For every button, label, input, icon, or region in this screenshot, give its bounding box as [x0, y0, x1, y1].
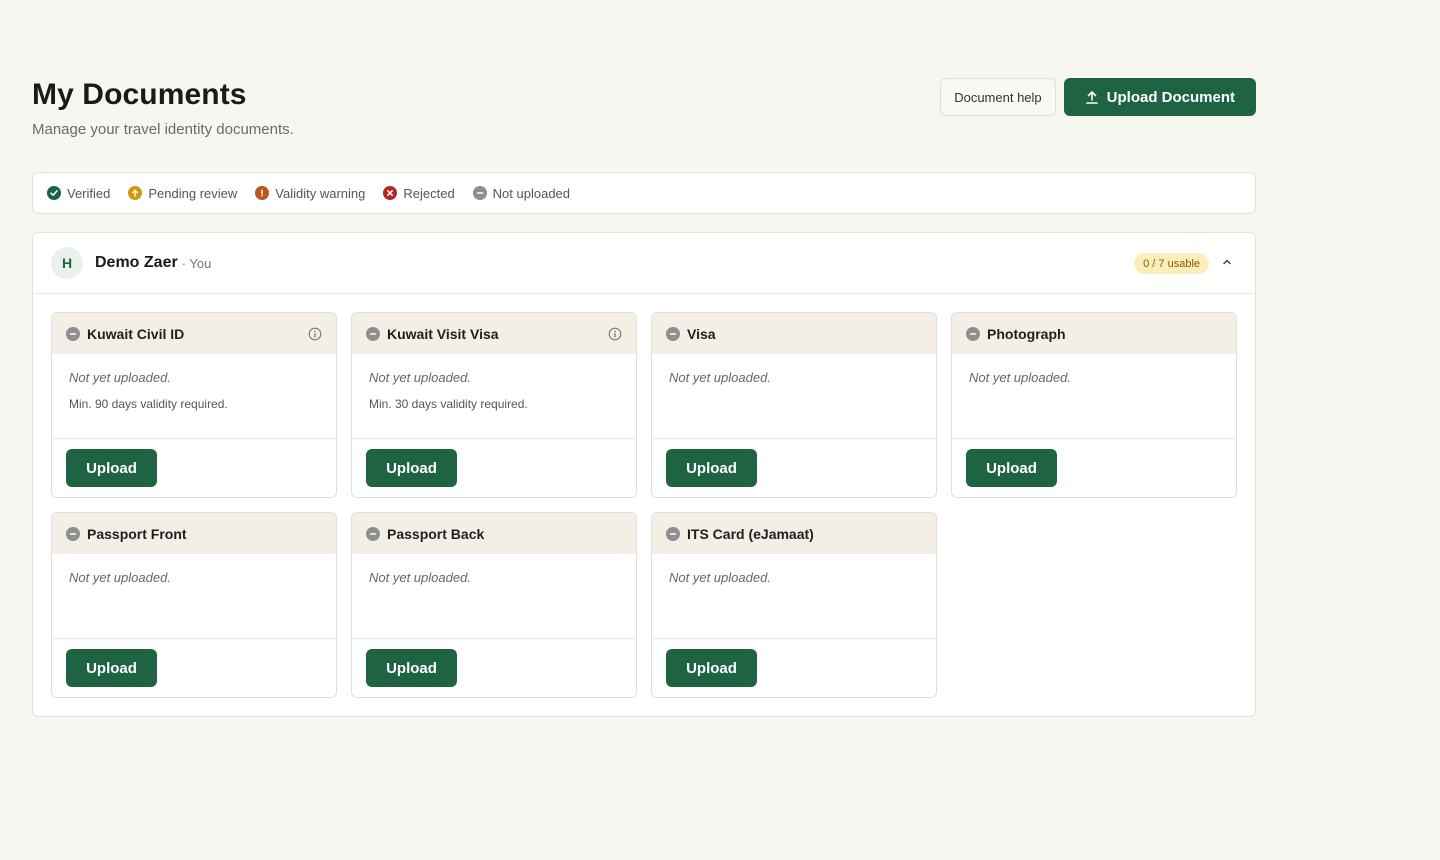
legend-item-verified: Verified: [47, 186, 110, 201]
card-body: Not yet uploaded.: [652, 354, 936, 439]
minus-icon: [66, 526, 80, 541]
upload-button-passport-back[interactable]: Upload: [366, 649, 457, 687]
card-title: Visa: [687, 325, 716, 342]
card-footer: Upload: [352, 639, 636, 697]
x-icon: [383, 186, 398, 200]
card-header: ITS Card (eJamaat): [652, 513, 936, 554]
member-header[interactable]: H Demo Zaer · You 0 / 7 usable: [33, 233, 1255, 294]
page-title: My Documents: [32, 78, 247, 111]
legend-label: Verified: [67, 185, 111, 201]
legend-label: Pending review: [148, 185, 238, 201]
document-cards: Kuwait Civil ID Not yet uploaded. Min. 9…: [51, 312, 1237, 698]
card-requirement: Min. 30 days validity required.: [369, 397, 528, 411]
card-body: Not yet uploaded.: [952, 354, 1236, 439]
card-footer: Upload: [952, 439, 1236, 497]
card-requirement: Min. 90 days validity required.: [69, 397, 228, 411]
card-header: Kuwait Visit Visa: [352, 313, 636, 354]
card-title: Passport Back: [387, 525, 485, 542]
legend-label: Not uploaded: [492, 185, 571, 201]
status-legend: Verified Pending review Validity warning…: [32, 172, 1256, 214]
upload-button-kuwait-civil-id[interactable]: Upload: [66, 449, 157, 487]
legend-label: Rejected: [403, 185, 455, 201]
exclamation-icon: [255, 186, 270, 200]
document-card-kuwait-visit-visa: Kuwait Visit Visa Not yet uploaded. Min.…: [351, 312, 637, 498]
legend-item-validity-warning: Validity warning: [255, 186, 365, 201]
card-body: Not yet uploaded.: [352, 554, 636, 639]
card-body: Not yet uploaded.: [652, 554, 936, 639]
chevron-up-icon[interactable]: [1221, 256, 1233, 268]
card-status-text: Not yet uploaded.: [69, 370, 171, 385]
card-body: Not yet uploaded.: [52, 554, 336, 639]
card-footer: Upload: [352, 439, 636, 497]
card-header: Kuwait Civil ID: [52, 313, 336, 354]
card-header: Visa: [652, 313, 936, 354]
minus-icon: [666, 326, 680, 341]
upload-button-visa[interactable]: Upload: [666, 449, 757, 487]
header-actions: Document help Upload Document: [940, 78, 1256, 116]
document-card-passport-back: Passport Back Not yet uploaded. Upload: [351, 512, 637, 698]
card-status-text: Not yet uploaded.: [369, 570, 471, 585]
usable-count-badge: 0 / 7 usable: [1134, 253, 1209, 274]
document-card-kuwait-civil-id: Kuwait Civil ID Not yet uploaded. Min. 9…: [51, 312, 337, 498]
document-card-passport-front: Passport Front Not yet uploaded. Upload: [51, 512, 337, 698]
legend-item-pending: Pending review: [128, 186, 237, 201]
minus-icon: [666, 526, 680, 541]
minus-icon: [66, 326, 80, 341]
card-title: Passport Front: [87, 525, 187, 542]
legend-item-rejected: Rejected: [383, 185, 455, 201]
info-icon[interactable]: [608, 327, 622, 341]
card-header: Photograph: [952, 313, 1236, 354]
document-card-its-card: ITS Card (eJamaat) Not yet uploaded. Upl…: [651, 512, 937, 698]
info-icon[interactable]: [308, 327, 322, 341]
upload-button-passport-front[interactable]: Upload: [66, 649, 157, 687]
card-status-text: Not yet uploaded.: [69, 570, 171, 585]
arrow-up-icon: [128, 186, 143, 200]
minus-icon: [366, 326, 380, 341]
legend-item-not-uploaded: Not uploaded: [472, 185, 571, 201]
document-card-photograph: Photograph Not yet uploaded. Upload: [951, 312, 1237, 498]
member-documents-panel: H Demo Zaer · You 0 / 7 usable Kuwait Ci…: [32, 232, 1256, 717]
page-header: My Documents Manage your travel identity…: [32, 78, 1256, 148]
card-status-text: Not yet uploaded.: [669, 570, 771, 585]
card-header: Passport Front: [52, 513, 336, 554]
document-help-button[interactable]: Document help: [940, 78, 1056, 116]
minus-icon: [472, 186, 487, 200]
card-status-text: Not yet uploaded.: [669, 370, 771, 385]
card-status-text: Not yet uploaded.: [969, 370, 1071, 385]
upload-document-button[interactable]: Upload Document: [1063, 78, 1256, 116]
upload-button-kuwait-visit-visa[interactable]: Upload: [366, 449, 457, 487]
upload-button-its-card[interactable]: Upload: [666, 649, 757, 687]
check-icon: [47, 186, 61, 200]
avatar: H: [51, 247, 83, 279]
card-footer: Upload: [52, 439, 336, 497]
upload-button-photograph[interactable]: Upload: [966, 449, 1057, 487]
upload-document-label: Upload Document: [1106, 88, 1235, 106]
minus-icon: [366, 526, 380, 541]
card-status-text: Not yet uploaded.: [369, 370, 471, 385]
member-tag: · You: [181, 255, 212, 271]
card-footer: Upload: [52, 639, 336, 697]
card-body: Not yet uploaded. Min. 90 days validity …: [52, 354, 336, 439]
page-subtitle: Manage your travel identity documents.: [32, 121, 294, 138]
card-title: ITS Card (eJamaat): [687, 525, 814, 542]
card-title: Photograph: [987, 325, 1066, 342]
member-name: Demo Zaer: [95, 254, 178, 271]
document-card-visa: Visa Not yet uploaded. Upload: [651, 312, 937, 498]
card-title: Kuwait Visit Visa: [387, 325, 499, 342]
card-title: Kuwait Civil ID: [87, 325, 185, 342]
card-footer: Upload: [652, 639, 936, 697]
legend-label: Validity warning: [275, 185, 366, 201]
card-footer: Upload: [652, 439, 936, 497]
upload-icon: [1085, 90, 1098, 104]
documents-page: My Documents Manage your travel identity…: [0, 0, 1440, 860]
minus-icon: [966, 326, 980, 341]
card-body: Not yet uploaded. Min. 30 days validity …: [352, 354, 636, 439]
card-header: Passport Back: [352, 513, 636, 554]
